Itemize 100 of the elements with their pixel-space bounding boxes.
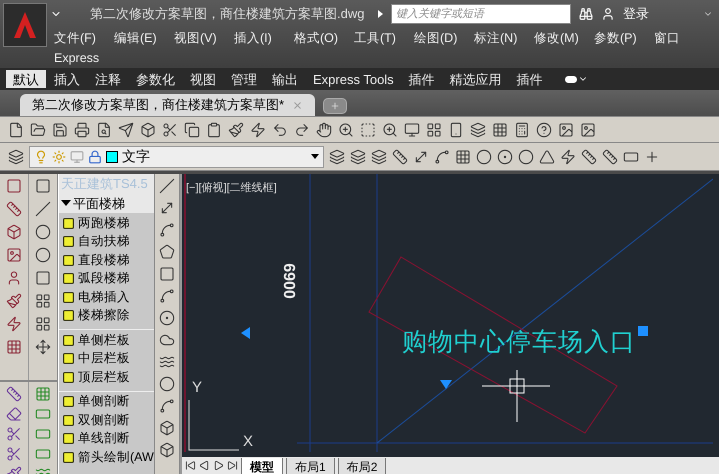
palette-item[interactable]: 单侧剖断 bbox=[59, 392, 154, 411]
palette-item[interactable]: 单线剖断 bbox=[59, 430, 154, 448]
layers-icon[interactable] bbox=[470, 122, 486, 138]
palette-item[interactable]: 自动扶梯 bbox=[59, 232, 154, 251]
ribbon-tab[interactable]: 管理 bbox=[224, 70, 264, 88]
zoom-window-icon[interactable] bbox=[360, 122, 376, 138]
ribbon-tab[interactable]: 默认 bbox=[6, 70, 46, 88]
ribbon-tab[interactable]: 插入 bbox=[47, 70, 87, 88]
ribbon-tab[interactable]: Express Tools bbox=[306, 70, 401, 88]
layer-properties-icon[interactable] bbox=[8, 148, 24, 164]
login-button[interactable]: 登录 bbox=[623, 4, 649, 24]
angle-icon[interactable] bbox=[539, 148, 555, 164]
ribbon-tab[interactable]: 参数化 bbox=[129, 70, 182, 88]
menu-item[interactable]: 格式(O) bbox=[294, 28, 354, 48]
binoculars-icon[interactable] bbox=[579, 7, 593, 21]
file-search-icon[interactable] bbox=[96, 122, 112, 138]
polygon-icon[interactable] bbox=[159, 244, 175, 260]
layers-icon[interactable] bbox=[350, 148, 366, 164]
cube-icon[interactable] bbox=[140, 122, 156, 138]
frame-icon[interactable] bbox=[35, 178, 52, 194]
next-layout-icon[interactable] bbox=[213, 460, 224, 471]
palette-item[interactable]: 直段楼梯 bbox=[59, 251, 154, 270]
layers-icon[interactable] bbox=[329, 148, 345, 164]
search-field[interactable]: 键入关键字或短语 bbox=[391, 4, 571, 24]
hand-icon[interactable] bbox=[316, 122, 332, 138]
palette-item[interactable]: 楼梯擦除 bbox=[59, 306, 154, 325]
rectangle-icon[interactable] bbox=[159, 266, 175, 282]
circle-icon[interactable] bbox=[159, 310, 175, 326]
ring-icon[interactable] bbox=[35, 224, 52, 240]
ribbon-tab[interactable]: 精选应用 bbox=[442, 70, 509, 88]
menu-item[interactable]: 参数(P) bbox=[594, 28, 654, 48]
palette-item[interactable]: 双侧剖断 bbox=[59, 411, 154, 430]
layers-icon[interactable] bbox=[371, 148, 387, 164]
grid-icon[interactable] bbox=[426, 122, 442, 138]
insert-icon[interactable] bbox=[6, 247, 22, 263]
palette-item[interactable]: 电梯插入 bbox=[59, 288, 154, 306]
new-tab-button[interactable] bbox=[323, 98, 348, 114]
app-menu-button[interactable] bbox=[3, 3, 47, 47]
cut-icon[interactable] bbox=[6, 426, 22, 442]
line-icon[interactable] bbox=[159, 178, 175, 194]
layout-tab[interactable]: 布局1 bbox=[286, 458, 335, 474]
arc-icon[interactable] bbox=[159, 288, 175, 304]
cut-icon[interactable] bbox=[6, 446, 22, 462]
spark-icon[interactable] bbox=[6, 316, 22, 332]
spline-icon[interactable] bbox=[159, 354, 175, 370]
palette-item[interactable]: 单侧栏板 bbox=[59, 331, 154, 350]
undo-icon[interactable] bbox=[272, 122, 288, 138]
printer-icon[interactable] bbox=[74, 122, 90, 138]
user-icon[interactable] bbox=[601, 7, 615, 21]
section-header[interactable]: 平面楼梯 bbox=[59, 194, 154, 213]
palette-item[interactable]: 顶层栏板 bbox=[59, 368, 154, 386]
ribbon-tab[interactable]: 插件 bbox=[402, 70, 442, 88]
layout-tab[interactable]: 模型 bbox=[241, 458, 283, 474]
layer-dropdown[interactable]: 文字 bbox=[29, 146, 324, 168]
picture-icon[interactable] bbox=[558, 122, 574, 138]
brush-icon[interactable] bbox=[228, 122, 244, 138]
menu-item[interactable]: 插入(I) bbox=[234, 28, 294, 48]
monitor-icon[interactable] bbox=[404, 122, 420, 138]
menu-item[interactable]: 编辑(E) bbox=[114, 28, 174, 48]
palette-item[interactable]: 中层栏板 bbox=[59, 350, 154, 368]
menu-item[interactable]: 修改(M) bbox=[534, 28, 594, 48]
menu-item[interactable]: 文件(F) bbox=[54, 28, 114, 48]
move-icon[interactable] bbox=[35, 339, 52, 355]
ribbon-tab[interactable]: 插件 bbox=[510, 70, 550, 88]
clipboard-icon[interactable] bbox=[206, 122, 222, 138]
viewport-label[interactable]: [−][俯视][二维线框] bbox=[186, 180, 277, 196]
lightning-icon[interactable] bbox=[250, 122, 266, 138]
brush-icon[interactable] bbox=[6, 293, 22, 309]
eraser-icon[interactable] bbox=[6, 406, 22, 422]
cloud-icon[interactable] bbox=[159, 332, 175, 348]
document-tab[interactable]: 第二次修改方案草图，商住楼建筑方案草图* bbox=[20, 94, 316, 116]
calculator-icon[interactable] bbox=[514, 122, 530, 138]
table-icon[interactable] bbox=[492, 122, 508, 138]
menu-item[interactable]: 工具(T) bbox=[354, 28, 414, 48]
menu-item[interactable]: 标注(N) bbox=[474, 28, 534, 48]
palette-item[interactable]: 箭头绘制(AW bbox=[59, 448, 154, 466]
previous-layout-icon[interactable] bbox=[199, 460, 210, 471]
first-layout-icon[interactable] bbox=[185, 460, 196, 471]
menu-item[interactable]: 绘图(D) bbox=[414, 28, 474, 48]
layout-tab[interactable]: 布局2 bbox=[338, 458, 386, 474]
ribbon-tab[interactable]: 注释 bbox=[88, 70, 128, 88]
folder-icon[interactable] bbox=[30, 122, 46, 138]
cut-icon[interactable] bbox=[162, 122, 178, 138]
block-icon[interactable] bbox=[6, 178, 22, 194]
ribbon-options-icon[interactable] bbox=[564, 76, 577, 82]
ribbon-tab[interactable]: 输出 bbox=[265, 70, 305, 88]
grid-icon[interactable] bbox=[6, 339, 22, 355]
device-icon[interactable] bbox=[448, 122, 464, 138]
last-layout-icon[interactable] bbox=[227, 460, 238, 471]
send-icon[interactable] bbox=[118, 122, 134, 138]
menu-item[interactable]: 视图(V) bbox=[174, 28, 234, 48]
menu-item[interactable]: 窗口 bbox=[654, 28, 714, 48]
arc-dimension-icon[interactable] bbox=[434, 148, 450, 164]
file-icon[interactable] bbox=[8, 122, 24, 138]
picture-icon[interactable] bbox=[580, 122, 596, 138]
copy-icon[interactable] bbox=[184, 122, 200, 138]
ribbon-tab[interactable]: 视图 bbox=[183, 70, 223, 88]
zoom-icon[interactable] bbox=[338, 122, 354, 138]
palette-item[interactable]: 弧段楼梯 bbox=[59, 270, 154, 288]
scale-icon[interactable] bbox=[6, 201, 22, 217]
